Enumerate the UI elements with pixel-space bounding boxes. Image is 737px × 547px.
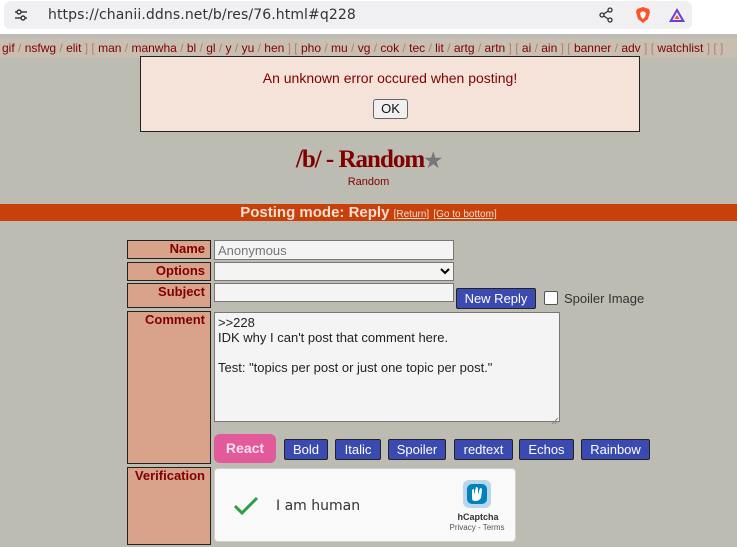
board-separator: /	[231, 41, 242, 55]
board-separator: /	[176, 41, 187, 55]
board-link-pho[interactable]: pho	[301, 41, 321, 55]
board-link-gl[interactable]: gl	[206, 41, 215, 55]
board-link-ai[interactable]: ai	[522, 41, 531, 55]
board-separator: /	[370, 41, 381, 55]
board-link-artg[interactable]: artg	[454, 41, 475, 55]
board-group-separator: ] [ ]	[703, 41, 724, 55]
board-link-watchlist[interactable]: watchlist	[657, 41, 703, 55]
board-separator: /	[425, 41, 436, 55]
options-select[interactable]	[214, 262, 454, 281]
board-link-nsfwg[interactable]: nsfwg	[25, 41, 56, 55]
share-icon[interactable]	[598, 7, 614, 23]
hcaptcha-brand: hCaptcha	[457, 512, 499, 522]
return-link[interactable]: [Return]	[394, 209, 430, 220]
board-link-cok[interactable]: cok	[380, 41, 399, 55]
board-group-separator: ] [	[557, 41, 574, 55]
redtext-button[interactable]: redtext	[454, 439, 513, 460]
board-title: /b/ - Random★	[0, 146, 737, 174]
hcaptcha-widget[interactable]: I am human hCaptcha Privacy - Terms	[214, 468, 516, 542]
board-link-man[interactable]: man	[98, 41, 121, 55]
board-list-nav: gif / nsfwg / elit ] [ man / manwha / bl…	[0, 38, 737, 58]
name-field[interactable]	[214, 240, 454, 260]
board-link-gif[interactable]: gif	[2, 41, 15, 55]
hcaptcha-links[interactable]: Privacy - Terms	[441, 523, 513, 532]
new-reply-button[interactable]: New Reply	[456, 288, 536, 309]
browser-toolbar: https://chanii.ddns.net/b/res/76.html#q2…	[0, 0, 737, 34]
board-link-lit[interactable]: lit	[435, 41, 444, 55]
board-separator: /	[321, 41, 332, 55]
board-link-ain[interactable]: ain	[541, 41, 557, 55]
go-to-bottom-link[interactable]: [Go to bottom]	[433, 209, 496, 220]
board-separator: /	[121, 41, 132, 55]
spoiler-button[interactable]: Spoiler	[388, 439, 446, 460]
board-link-banner[interactable]: banner	[574, 41, 611, 55]
board-group-separator: ] [	[284, 41, 301, 55]
rainbow-button[interactable]: Rainbow	[581, 439, 650, 460]
board-link-mu[interactable]: mu	[331, 41, 348, 55]
spoiler-image-checkbox[interactable]	[544, 291, 558, 305]
resize-handle-icon[interactable]	[551, 413, 559, 425]
board-link-vg[interactable]: vg	[358, 41, 371, 55]
board-link-yu[interactable]: yu	[242, 41, 255, 55]
error-dialog: An unknown error occured when posting! O…	[140, 56, 640, 132]
board-separator: /	[196, 41, 207, 55]
comment-textarea[interactable]: >>228 IDK why I can't post that comment …	[214, 312, 560, 422]
subject-field[interactable]	[214, 283, 454, 302]
board-subtitle: Random	[347, 176, 390, 188]
board-link-elit[interactable]: elit	[66, 41, 81, 55]
board-separator: /	[254, 41, 265, 55]
echos-button[interactable]: Echos	[519, 439, 574, 460]
verification-label: Verification	[127, 467, 211, 545]
board-title-text: /b/ - Random	[295, 146, 425, 173]
subject-label: Subject	[127, 283, 211, 308]
board-link-adv[interactable]: adv	[621, 41, 640, 55]
url-text[interactable]: https://chanii.ddns.net/b/res/76.html#q2…	[48, 7, 356, 23]
board-group-separator: ] [	[81, 41, 99, 55]
posting-mode-text: Posting mode: Reply	[240, 204, 390, 221]
board-link-artn[interactable]: artn	[485, 41, 506, 55]
spoiler-image-label: Spoiler Image	[564, 291, 645, 306]
name-label: Name	[127, 240, 211, 259]
board-separator: /	[347, 41, 358, 55]
ok-button[interactable]: OK	[373, 99, 408, 119]
favorite-star-icon[interactable]: ★	[424, 150, 442, 172]
board-link-hen[interactable]: hen	[264, 41, 284, 55]
board-separator: /	[531, 41, 542, 55]
board-separator: /	[443, 41, 454, 55]
options-label: Options	[127, 262, 211, 281]
board-separator: /	[14, 41, 25, 55]
board-group-separator: ] [	[505, 41, 522, 55]
captcha-label: I am human	[276, 498, 361, 514]
address-bar[interactable]: https://chanii.ddns.net/b/res/76.html#q2…	[4, 1, 692, 29]
bold-button[interactable]: Bold	[284, 439, 328, 460]
hcaptcha-logo-icon	[461, 478, 493, 510]
board-group-separator: ] [	[640, 41, 658, 55]
brave-shields-icon[interactable]	[634, 6, 652, 24]
board-link-manwha[interactable]: manwha	[131, 41, 176, 55]
error-message: An unknown error occured when posting!	[262, 70, 518, 86]
board-separator: /	[611, 41, 622, 55]
italic-button[interactable]: Italic	[335, 439, 381, 460]
board-separator: /	[215, 41, 226, 55]
board-link-tec[interactable]: tec	[409, 41, 425, 55]
board-separator: /	[399, 41, 410, 55]
site-settings-icon[interactable]	[14, 8, 28, 22]
react-button[interactable]: React	[214, 434, 276, 463]
board-separator: /	[474, 41, 485, 55]
board-link-bl[interactable]: bl	[187, 41, 196, 55]
checkmark-icon[interactable]	[231, 495, 261, 517]
posting-mode-bar: Posting mode: Reply [Return] [Go to bott…	[0, 204, 737, 221]
comment-label: Comment	[127, 311, 211, 464]
board-separator: /	[56, 41, 67, 55]
brave-rewards-icon[interactable]	[668, 6, 686, 24]
